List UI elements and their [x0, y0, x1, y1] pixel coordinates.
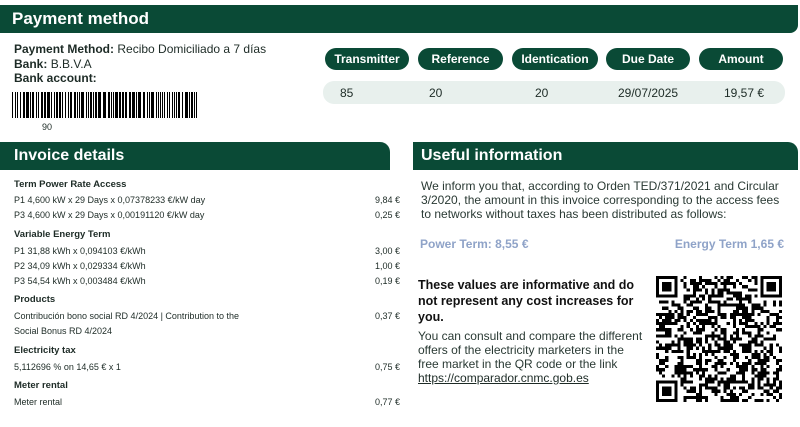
bank-account-label: Bank account: — [14, 71, 97, 85]
informative-note: These values are informative and do not … — [418, 278, 635, 324]
column-transmitter: Transmitter — [325, 48, 409, 70]
useful-information-title: Useful information — [421, 147, 563, 164]
payment-values-row — [323, 81, 785, 104]
amount-value: 19,57 € — [724, 86, 765, 100]
bank-account-line: Bank account: — [14, 71, 97, 85]
payment-method-title: Payment method — [12, 9, 149, 28]
payment-method-label: Payment Method: — [14, 42, 115, 56]
payment-method-header: Payment method — [0, 5, 798, 33]
invoice-line: P1 4,600 kW x 29 Days x 0,07378233 €/kW … — [14, 195, 206, 205]
invoice-line-amount: 0,75 € — [374, 362, 400, 372]
bank-label: Bank: — [14, 57, 48, 71]
column-amount: Amount — [699, 48, 783, 70]
column-reference: Reference — [418, 48, 503, 70]
barcode-icon — [12, 92, 197, 118]
power-term: Power Term: 8,55 € — [420, 237, 529, 251]
invoice-line: P2 34,09 kWh x 0,029334 €/kWh — [14, 261, 146, 271]
invoice-line-amount: 0,77 € — [374, 397, 400, 407]
invoice-line: P3 54,54 kWh x 0,003484 €/kWh — [14, 276, 146, 286]
identication-value: 20 — [535, 86, 549, 100]
invoice-details-header: Invoice details — [0, 142, 390, 170]
invoice-line: P3 4,600 kW x 29 Days x 0,00191120 €/kW … — [14, 210, 205, 220]
invoice-line: Social Bonus RD 4/2024 — [14, 326, 113, 336]
transmitter-value: 85 — [340, 86, 354, 100]
invoice-line-amount: 9,84 € — [374, 195, 400, 205]
column-identication: Identication — [512, 48, 598, 70]
due-date-value: 29/07/2025 — [618, 86, 679, 100]
payment-method-line: Payment Method: Recibo Domiciliado a 7 d… — [14, 42, 266, 56]
section-title-energy: Variable Energy Term — [14, 229, 111, 240]
consult-text-block: You can consult and compare the differen… — [418, 329, 646, 385]
energy-term: Energy Term 1,65 € — [674, 237, 784, 251]
comparador-link[interactable]: https://comparador.cnmc.gob.es — [418, 371, 589, 385]
bank-line: Bank: B.B.V.A — [14, 57, 92, 71]
reference-value: 20 — [429, 86, 443, 100]
invoice-line: 5,112696 % on 14,65 € x 1 — [14, 362, 121, 372]
section-title-electricity-tax: Electricity tax — [14, 345, 76, 356]
invoice-details-title: Invoice details — [14, 147, 125, 164]
section-title-power: Term Power Rate Access — [14, 179, 127, 190]
invoice-line-amount: 1,00 € — [374, 261, 400, 271]
invoice-line-amount: 3,00 € — [374, 246, 400, 256]
invoice-line-amount: 0,37 € — [374, 311, 400, 321]
invoice-line-amount: 0,19 € — [374, 276, 400, 286]
invoice-line: Meter rental — [14, 397, 63, 407]
column-due-date: Due Date — [606, 48, 690, 70]
invoice-line-amount: 0,25 € — [374, 210, 400, 220]
useful-information-text: We inform you that, according to Orden T… — [421, 179, 780, 221]
invoice-line: Contribución bono social RD 4/2024 | Con… — [14, 311, 239, 321]
payment-method-value: Recibo Domiciliado a 7 días — [117, 42, 267, 56]
qr-code-icon[interactable] — [656, 276, 782, 402]
useful-information-header: Useful information — [413, 142, 798, 170]
barcode-number: 90 — [42, 122, 53, 132]
consult-text: You can consult and compare the differen… — [418, 329, 643, 371]
bank-value: B.B.V.A — [50, 57, 92, 71]
invoice-line: P1 31,88 kWh x 0,094103 €/kWh — [14, 246, 146, 256]
section-title-meter-rental: Meter rental — [14, 380, 68, 391]
section-title-products: Products — [14, 294, 56, 305]
